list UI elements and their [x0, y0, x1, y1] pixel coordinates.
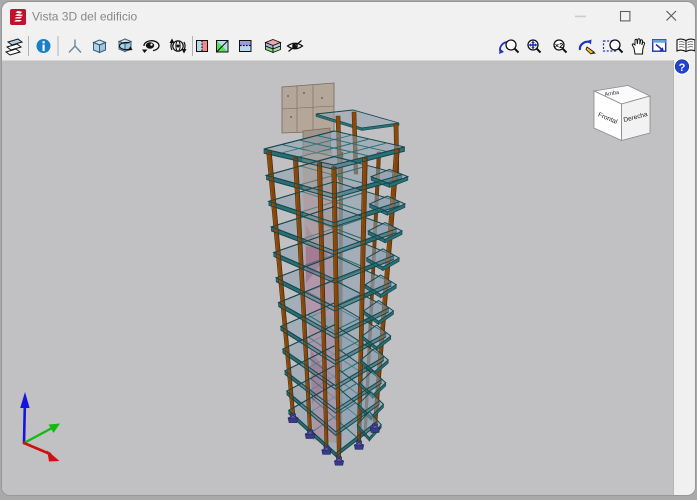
svg-text:Vista 3D del edificio: Vista 3D del edificio: [32, 10, 137, 24]
svg-text:×2: ×2: [555, 41, 564, 50]
svg-text:?: ?: [679, 62, 686, 74]
